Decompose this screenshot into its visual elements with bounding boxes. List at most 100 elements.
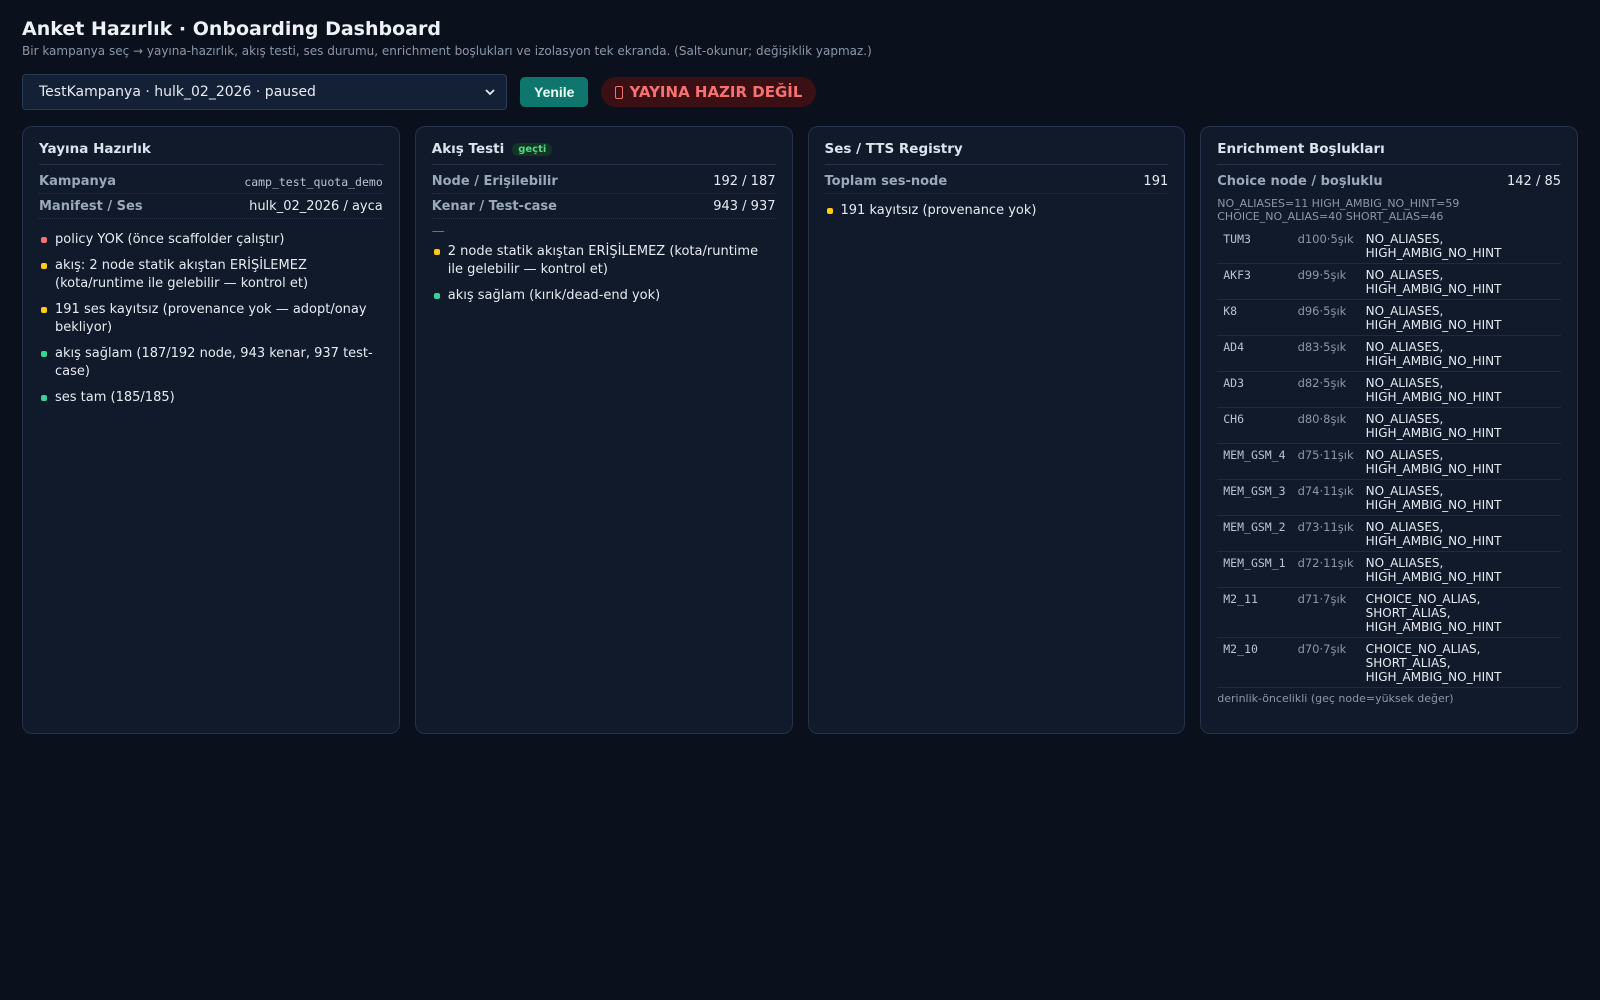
table-row: MEM_GSM_2 d73·11şık NO_ALIASES, HIGH_AMBIG… [1217,515,1561,552]
warning-icon [615,85,624,99]
enrichment-card: Enrichment Boşlukları Choice node / boşl… [1200,126,1578,734]
node-meta: d99·5şık [1291,263,1360,300]
list-item: 191 kayıtsız (provenance yok) [825,202,1169,220]
node-id: MEM_GSM_4 [1217,443,1292,480]
node-issues: NO_ALIASES, HIGH_AMBIG_NO_HINT [1359,407,1561,444]
node-issues: NO_ALIASES, HIGH_AMBIG_NO_HINT [1359,371,1561,408]
node-meta: d72·11şık [1291,551,1360,588]
node-meta: d75·11şık [1291,443,1360,480]
campaign-row: Kampanya camp_test_quota_demo [39,169,383,194]
node-issues: NO_ALIASES, HIGH_AMBIG_NO_HINT [1359,263,1561,300]
tts-total-key: Toplam ses-node [824,174,948,189]
readiness-card: Yayına Hazırlık Kampanya camp_test_quota… [22,126,400,734]
node-id: CH6 [1217,407,1292,444]
page-title: Anket Hazırlık · Onboarding Dashboard [22,18,441,40]
list-item: 2 node statik akıştan ERİŞİLEMEZ (kota/r… [432,243,776,279]
table-row: MEM_GSM_3 d74·11şık NO_ALIASES, HIGH_AMBIG… [1217,479,1561,516]
node-issues: NO_ALIASES, HIGH_AMBIG_NO_HINT [1359,515,1561,552]
node-issues: CHOICE_NO_ALIAS, SHORT_ALIAS, HIGH_AMBIG… [1359,637,1561,688]
enrichment-table: TUM3 d100·5şık NO_ALIASES, HIGH_AMBIG_NO_H… [1217,228,1561,688]
node-meta: d80·8şık [1291,407,1360,444]
list-item: akış sağlam (187/192 node, 943 kenar, 93… [39,345,383,381]
status-badge-label: YAYINA HAZIR DEĞİL [629,83,803,101]
tts-card: Ses / TTS Registry Toplam ses-node 191 1… [807,126,1186,734]
flow-test-dash: — [431,224,445,239]
status-dot-icon [41,351,47,357]
node-id: AD3 [1217,371,1292,408]
page-subtitle: Bir kampanya seç → yayına-hazırlık, akış… [22,44,872,58]
enrichment-summary: NO_ALIASES=11 HIGH_AMBIG_NO_HINT=59 CHOI… [1217,197,1460,223]
flow-test-list: 2 node statik akıştan ERİŞİLEMEZ (kota/r… [432,243,776,305]
campaign-select-value: TestKampanya · hulk_02_2026 · paused [39,84,316,100]
refresh-button[interactable]: Yenile [520,77,589,107]
enrichment-title: Enrichment Boşlukları [1217,141,1385,157]
status-dot-icon [433,293,440,299]
node-meta: d74·11şık [1291,479,1360,516]
table-row: AD4 d83·5şık NO_ALIASES, HIGH_AMBIG_NO_HIN… [1217,335,1561,372]
status-dot-icon [41,307,47,313]
manifest-row: Manifest / Ses hulk_02_2026 / ayca [39,194,383,219]
flow-test-card: Akış Testi geçti Node / Erişilebilir 192… [414,126,793,734]
status-badge: YAYINA HAZIR DEĞİL [601,77,817,107]
node-id: AD4 [1217,335,1292,372]
table-row: CH6 d80·8şık NO_ALIASES, HIGH_AMBIG_NO_HIN… [1217,407,1561,444]
manifest-key: Manifest / Ses [39,199,143,214]
node-id: M2_11 [1217,587,1292,638]
node-meta: d100·5şık [1291,228,1360,264]
node-row: Node / Erişilebilir 192 / 187 [431,169,776,194]
tts-list: 191 kayıtsız (provenance yok) [825,202,1169,220]
node-meta: d73·11şık [1291,515,1360,552]
flow-test-status-badge: geçti [512,142,553,156]
table-row: AD3 d82·5şık NO_ALIASES, HIGH_AMBIG_NO_HIN… [1217,371,1561,408]
edge-value: 943 / 937 [713,199,776,214]
list-item: akış sağlam (kırık/dead-end yok) [432,287,776,305]
node-id: MEM_GSM_1 [1217,551,1292,588]
list-item-text: akış sağlam (187/192 node, 943 kenar, 93… [55,346,373,379]
list-item-text: 2 node statik akıştan ERİŞİLEMEZ (kota/r… [447,244,759,277]
node-issues: NO_ALIASES, HIGH_AMBIG_NO_HINT [1359,335,1561,372]
flow-test-title: Akış Testi [431,141,505,157]
tts-title: Ses / TTS Registry [824,141,963,157]
choice-row: Choice node / boşluklu 142 / 85 [1217,169,1561,193]
list-item-text: policy YOK (önce scaffolder çalıştır) [55,232,285,247]
status-dot-icon [433,249,440,255]
campaign-key: Kampanya [39,174,116,189]
node-issues: CHOICE_NO_ALIAS, SHORT_ALIAS, HIGH_AMBIG… [1359,587,1561,638]
manifest-value: hulk_02_2026 / ayca [249,199,383,214]
node-meta: d71·7şık [1291,587,1360,638]
card-grid: Yayına Hazırlık Kampanya camp_test_quota… [22,126,1578,734]
list-item: policy YOK (önce scaffolder çalıştır) [39,231,383,249]
dashboard-page: Anket Hazırlık · Onboarding Dashboard Bi… [0,0,1600,734]
list-item-text: ses tam (185/185) [55,390,175,405]
node-issues: NO_ALIASES, HIGH_AMBIG_NO_HINT [1359,228,1561,264]
node-meta: d96·5şık [1291,299,1360,336]
status-dot-icon [41,263,47,269]
tts-total-value: 191 [1143,174,1169,189]
node-issues: NO_ALIASES, HIGH_AMBIG_NO_HINT [1359,479,1561,516]
status-dot-icon [826,208,833,214]
node-id: MEM_GSM_3 [1217,479,1292,516]
table-row: AKF3 d99·5şık NO_ALIASES, HIGH_AMBIG_NO_HI… [1217,263,1561,300]
table-row: M2_10 d70·7şık CHOICE_NO_ALIAS, SHORT_ALIA… [1217,637,1561,688]
node-id: M2_10 [1217,637,1292,688]
list-item-text: 191 kayıtsız (provenance yok) [840,203,1037,218]
table-row: MEM_GSM_1 d72·11şık NO_ALIASES, HIGH_AMBIG… [1217,551,1561,588]
enrichment-footer: derinlik-öncelikli (geç node=yüksek değe… [1217,692,1454,705]
tts-card-title: Ses / TTS Registry [824,141,1169,165]
status-dot-icon [41,237,47,243]
node-meta: d83·5şık [1291,335,1360,372]
node-id: K8 [1217,299,1292,336]
readiness-list: policy YOK (önce scaffolder çalıştır) akı… [39,231,383,407]
chevron-down-icon [485,89,495,96]
node-id: TUM3 [1217,228,1292,264]
node-id: MEM_GSM_2 [1217,515,1292,552]
readiness-card-title: Yayına Hazırlık [39,141,383,165]
table-row: K8 d96·5şık NO_ALIASES, HIGH_AMBIG_NO_HINT [1217,299,1561,336]
node-issues: NO_ALIASES, HIGH_AMBIG_NO_HINT [1359,299,1561,336]
choice-value: 142 / 85 [1507,174,1561,189]
flow-test-card-title: Akış Testi geçti [431,141,776,165]
tts-total-row: Toplam ses-node 191 [824,169,1169,194]
campaign-select[interactable]: TestKampanya · hulk_02_2026 · paused [22,74,507,110]
list-item-text: akış sağlam (kırık/dead-end yok) [447,288,661,303]
list-item: ses tam (185/185) [39,389,383,407]
